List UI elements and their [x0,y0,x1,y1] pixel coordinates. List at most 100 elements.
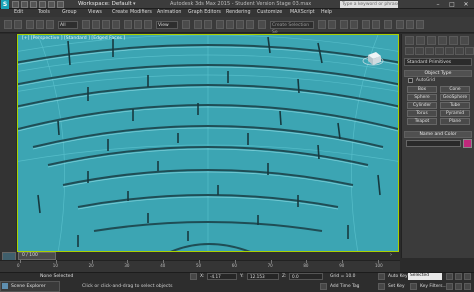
menu-customize[interactable]: Customize [257,9,282,17]
search-input[interactable]: Type a keyword or phrase [340,1,398,8]
app-logo-icon[interactable]: S [1,0,9,9]
object-name-field[interactable] [406,140,461,147]
maximize-icon[interactable]: □ [446,0,458,9]
cone-button[interactable]: Cone [440,86,470,93]
link-icon[interactable] [26,20,34,29]
key-filters-button[interactable]: Key Filters... [420,284,447,289]
schematic-view-icon[interactable] [372,20,380,29]
time-config-icon[interactable] [446,283,453,290]
space-warps-icon[interactable] [455,47,464,55]
material-editor-icon[interactable] [384,20,392,29]
menu-graph-editors[interactable]: Graph Editors [188,9,221,17]
zoom-extents-icon[interactable] [455,283,462,290]
unlink-icon[interactable] [36,20,44,29]
motion-tab-icon[interactable] [438,36,447,45]
mirror-icon[interactable] [318,20,326,29]
bind-space-warp-icon[interactable] [46,20,54,29]
menu-modifiers[interactable]: Modifiers [130,9,152,17]
menu-edit[interactable]: Edit [14,9,23,17]
menu-group[interactable]: Group [62,9,77,17]
menu-tools[interactable]: Tools [38,9,50,17]
hierarchy-tab-icon[interactable] [427,36,436,45]
keyboard-shortcut-override-icon[interactable] [204,20,212,29]
menu-maxscript[interactable]: MAXScript [290,9,315,17]
reference-coordinate-dropdown[interactable]: View [156,21,178,29]
geometry-icon[interactable] [405,47,414,55]
window-crossing-icon[interactable] [112,20,120,29]
object-type-rollout-header[interactable]: Object Type [404,70,472,77]
cameras-icon[interactable] [435,47,444,55]
helpers-icon[interactable] [445,47,454,55]
lights-icon[interactable] [425,47,434,55]
menu-help[interactable]: Help [321,9,332,17]
scale-icon[interactable] [144,20,152,29]
time-slider-track[interactable] [0,252,400,260]
go-to-start-icon[interactable] [446,273,453,280]
box-button[interactable]: Box [407,86,437,93]
z-coord-field[interactable]: 0.0 [289,273,323,280]
selection-filter-dropdown[interactable]: All [58,21,78,29]
tube-button[interactable]: Tube [440,102,470,109]
select-by-name-icon[interactable] [92,20,100,29]
set-key-mode-icon[interactable] [378,273,385,280]
edit-named-selection-icon[interactable] [258,20,266,29]
systems-icon[interactable] [465,47,474,55]
menu-animation[interactable]: Animation [157,9,181,17]
plane-button[interactable]: Plane [440,118,470,125]
select-manipulate-icon[interactable] [194,20,202,29]
project-folder-icon[interactable] [57,1,64,8]
minimize-icon[interactable]: – [432,0,444,9]
orbit-icon[interactable] [464,283,471,290]
render-production-icon[interactable] [416,20,424,29]
utilities-tab-icon[interactable] [460,36,469,45]
time-tag-icon[interactable] [320,283,327,290]
percent-snap-icon[interactable] [236,20,244,29]
angle-snap-icon[interactable] [226,20,234,29]
curve-editor-icon[interactable] [362,20,370,29]
autogrid-checkbox[interactable] [408,78,413,83]
time-slider-handle[interactable]: 0 / 100 [18,252,56,260]
object-color-swatch[interactable] [463,139,472,148]
create-tab-icon[interactable] [405,36,414,45]
scene-explorer-tab[interactable]: Scene Explorer [0,281,60,292]
undo-icon[interactable] [39,1,46,8]
torus-button[interactable]: Torus [407,110,437,117]
rotate-icon[interactable] [134,20,142,29]
selection-region-icon[interactable] [102,20,110,29]
next-frame-icon[interactable]: › [390,252,398,260]
redo-icon[interactable] [48,1,55,8]
workspace-selector[interactable]: Workspace: Default [78,0,132,9]
move-icon[interactable] [124,20,132,29]
graphite-ribbon-icon[interactable] [350,20,358,29]
spinner-snap-icon[interactable] [246,20,254,29]
viewport-label-menu[interactable]: [+] [Perspective ] [Standard ] [Edged Fa… [22,36,125,41]
perspective-viewport[interactable]: [+] [Perspective ] [Standard ] [Edged Fa… [17,34,399,252]
new-file-icon[interactable] [12,1,19,8]
modify-tab-icon[interactable] [416,36,425,45]
save-file-icon[interactable] [30,1,37,8]
shapes-icon[interactable] [415,47,424,55]
auto-key-button[interactable]: Auto Key [388,274,408,279]
set-key-button[interactable]: Set Key [388,284,405,289]
layer-explorer-icon[interactable] [340,20,348,29]
geosphere-button[interactable]: GeoSphere [440,94,470,101]
menu-views[interactable]: Views [88,9,102,17]
snaps-toggle-icon[interactable] [216,20,224,29]
cylinder-button[interactable]: Cylinder [407,102,437,109]
select-object-icon[interactable] [82,20,90,29]
key-mode-dropdown[interactable]: Selected [408,273,442,280]
menu-rendering[interactable]: Rendering [226,9,251,17]
open-file-icon[interactable] [21,1,28,8]
menu-create[interactable]: Create [112,9,128,17]
key-filters-icon[interactable] [410,283,417,290]
display-tab-icon[interactable] [449,36,458,45]
chevron-down-icon[interactable]: ▾ [133,1,138,7]
render-setup-icon[interactable] [396,20,404,29]
pyramid-button[interactable]: Pyramid [440,110,470,117]
y-coord-field[interactable]: 12.153 [247,273,279,280]
align-icon[interactable] [328,20,336,29]
primitive-category-dropdown[interactable]: Standard Primitives [404,58,472,66]
lock-selection-icon[interactable] [190,273,197,280]
play-icon[interactable] [455,273,462,280]
undo-tool-icon[interactable] [4,20,12,29]
